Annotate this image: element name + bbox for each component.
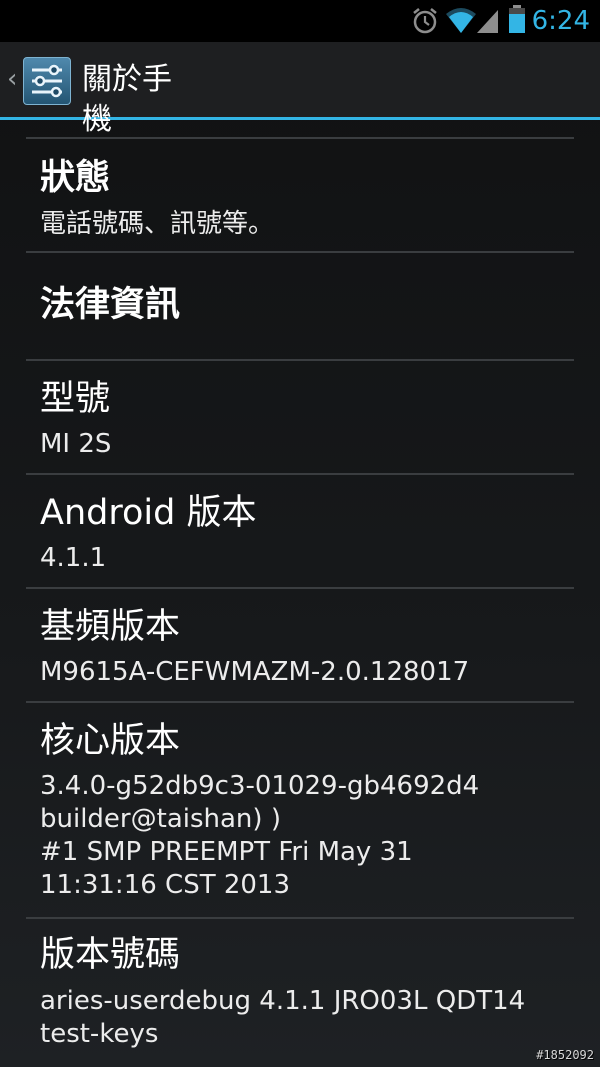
alarm-icon xyxy=(410,0,440,42)
list-item-title: Android 版本 xyxy=(40,493,257,533)
list-item-summary: 電話號碼、訊號等。 xyxy=(40,209,275,239)
list-item-title: 法律資訊 xyxy=(40,285,181,325)
list-item-summary: M9615A-CEFWMAZM-2.0.128017 xyxy=(40,657,470,687)
list-item-summary: 4.1.1 xyxy=(40,543,107,573)
action-bar: ‹ 關於手機 xyxy=(0,42,600,137)
list-item-build-number[interactable]: 版本號碼 aries-userdebug 4.1.1 JRO03L QDT14 … xyxy=(26,919,574,1059)
list-item-android-version[interactable]: Android 版本 4.1.1 xyxy=(26,475,574,587)
back-caret-icon: ‹ xyxy=(7,64,18,94)
list-item-status[interactable]: 狀態 電話號碼、訊號等。 xyxy=(26,139,574,251)
status-bar: 6:24 xyxy=(0,0,600,42)
list-item-title: 版本號碼 xyxy=(40,935,181,975)
list-item-summary: MI 2S xyxy=(40,429,112,459)
signal-icon xyxy=(476,0,500,42)
list-item-summary: 3.4.0-g52db9c3-01029-gb4692d4 builder@ta… xyxy=(40,771,480,900)
list-item-kernel-version: 核心版本 3.4.0-g52db9c3-01029-gb4692d4 build… xyxy=(26,703,574,917)
battery-icon xyxy=(507,0,527,42)
list-item-title: 基頻版本 xyxy=(40,607,181,647)
screen: 6:24 ‹ 關於手機 狀態 電話號碼、訊號等。 法律資訊 型號 MI 2S A… xyxy=(0,0,600,1067)
watermark: #1852092 xyxy=(536,1048,594,1062)
settings-sliders-icon xyxy=(23,57,71,105)
list-item-title: 核心版本 xyxy=(40,721,181,761)
list-item-title: 狀態 xyxy=(40,158,111,198)
wifi-icon xyxy=(444,0,478,42)
list-item-model: 型號 MI 2S xyxy=(26,361,574,473)
list-item-title: 型號 xyxy=(40,379,111,419)
up-navigation-button[interactable]: ‹ 關於手機 xyxy=(0,42,200,137)
list-item-summary: aries-userdebug 4.1.1 JRO03L QDT14 test-… xyxy=(40,986,526,1049)
settings-list: 狀態 電話號碼、訊號等。 法律資訊 型號 MI 2S Android 版本 4.… xyxy=(26,137,574,1059)
screen-title: 關於手機 xyxy=(82,62,172,137)
list-item-legal-info[interactable]: 法律資訊 xyxy=(26,253,574,359)
status-time: 6:24 xyxy=(531,6,590,36)
list-item-baseband-version: 基頻版本 M9615A-CEFWMAZM-2.0.128017 xyxy=(26,589,574,701)
